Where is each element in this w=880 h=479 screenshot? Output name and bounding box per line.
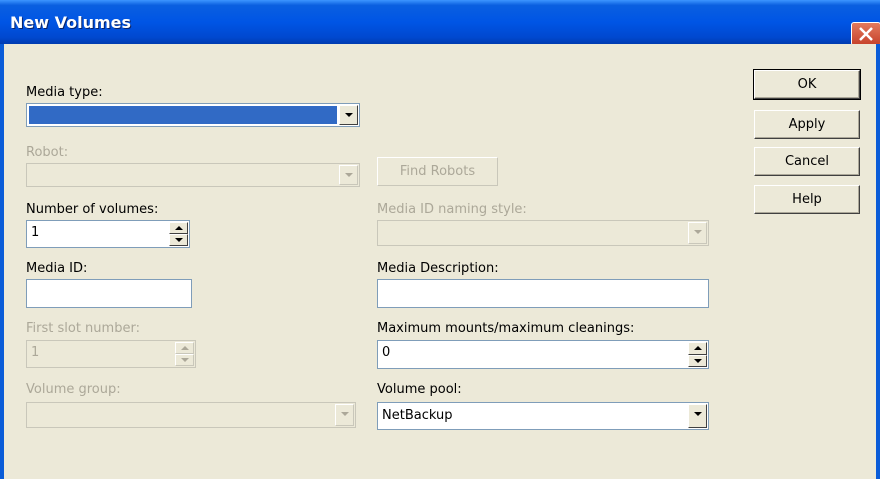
media-type-selection-highlight xyxy=(29,106,337,124)
robot-select[interactable] xyxy=(26,163,360,187)
number-of-volumes-spin[interactable] xyxy=(169,222,188,246)
max-mounts-label: Maximum mounts/maximum cleanings: xyxy=(377,321,635,336)
media-id-input[interactable] xyxy=(26,279,192,308)
media-id-label: Media ID: xyxy=(26,261,88,276)
dialog-body: Media type: Robot: Find Robots Number of… xyxy=(4,44,876,479)
first-slot-number-spinner[interactable]: 1 xyxy=(26,340,196,368)
chevron-down-icon[interactable] xyxy=(688,404,707,428)
volume-pool-value: NetBackup xyxy=(382,408,453,423)
volume-group-label: Volume group: xyxy=(26,382,121,397)
apply-button[interactable]: Apply xyxy=(754,110,860,139)
number-of-volumes-value: 1 xyxy=(31,225,40,240)
first-slot-number-label: First slot number: xyxy=(26,321,140,336)
media-description-input[interactable] xyxy=(377,279,709,308)
max-mounts-spin[interactable] xyxy=(688,342,707,367)
chevron-down-icon[interactable] xyxy=(339,165,358,185)
media-type-select[interactable] xyxy=(26,103,360,127)
volume-pool-label: Volume pool: xyxy=(377,382,462,397)
spin-up-icon[interactable] xyxy=(169,222,188,234)
chevron-down-icon[interactable] xyxy=(688,222,707,244)
volume-pool-select[interactable]: NetBackup xyxy=(377,402,709,430)
spin-up-icon[interactable] xyxy=(688,342,707,355)
chevron-down-icon[interactable] xyxy=(339,105,358,125)
media-id-naming-style-select[interactable] xyxy=(377,220,709,246)
volume-group-select[interactable] xyxy=(26,402,356,428)
spin-down-icon[interactable] xyxy=(169,234,188,246)
media-type-label: Media type: xyxy=(26,85,103,100)
first-slot-number-value: 1 xyxy=(31,345,40,360)
find-robots-button[interactable]: Find Robots xyxy=(377,157,498,186)
media-id-naming-style-label: Media ID naming style: xyxy=(377,202,527,217)
max-mounts-spinner[interactable]: 0 xyxy=(377,340,709,369)
close-button[interactable] xyxy=(851,22,880,46)
number-of-volumes-spinner[interactable]: 1 xyxy=(26,220,190,248)
spin-down-icon[interactable] xyxy=(688,354,707,367)
window-frame-right xyxy=(876,44,880,479)
number-of-volumes-label: Number of volumes: xyxy=(26,202,159,217)
chevron-down-icon[interactable] xyxy=(335,404,354,426)
spin-down-icon[interactable] xyxy=(175,354,194,366)
window-title: New Volumes xyxy=(10,13,132,32)
max-mounts-value: 0 xyxy=(382,345,391,360)
first-slot-number-spin[interactable] xyxy=(175,342,194,366)
help-button[interactable]: Help xyxy=(754,185,860,214)
title-bar[interactable]: New Volumes xyxy=(0,0,880,46)
close-icon xyxy=(859,27,873,41)
media-description-label: Media Description: xyxy=(377,261,499,276)
cancel-button[interactable]: Cancel xyxy=(754,147,860,176)
ok-button[interactable]: OK xyxy=(753,69,861,100)
spin-up-icon[interactable] xyxy=(175,342,194,354)
robot-label: Robot: xyxy=(26,145,69,160)
